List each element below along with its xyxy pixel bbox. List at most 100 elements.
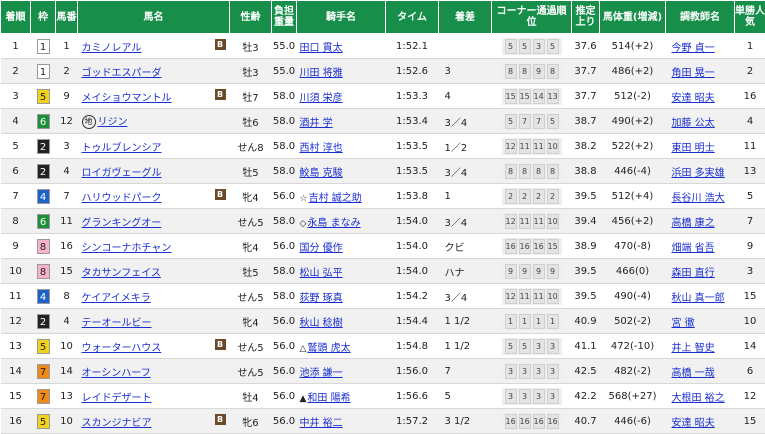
weight-cell: 56.0 [272, 309, 297, 334]
trainer-link[interactable]: 森田 直行 [672, 268, 715, 279]
trainer-link[interactable]: 長谷川 浩大 [672, 193, 725, 204]
frame-cell: 7 [31, 359, 56, 384]
horse-link[interactable]: シンコーナホチャン [82, 243, 172, 254]
horse-link[interactable]: オーシンハーフ [82, 368, 151, 379]
horse-link[interactable]: レイドデザート [82, 393, 152, 404]
jockey-link[interactable]: 吉村 誠之助 [309, 193, 362, 204]
jockey-link[interactable]: 国分 優作 [300, 243, 343, 254]
horse-link[interactable]: トゥルブレンシア [82, 143, 162, 154]
popularity-cell: 1 [735, 34, 765, 59]
trainer-link[interactable]: 安達 昭夫 [672, 418, 715, 429]
horse-link[interactable]: ウォーターハウス [82, 343, 162, 354]
horse-cell: ロイガヴェーグル [78, 159, 230, 184]
horse-link[interactable]: テーオールビー [82, 318, 152, 329]
jockey-link[interactable]: 鮫島 克駿 [300, 168, 343, 179]
horse-link[interactable]: スカンジナビア [82, 418, 152, 429]
trainer-link[interactable]: 高橋 一哉 [672, 368, 715, 379]
jockey-link[interactable]: 和田 陽希 [307, 393, 350, 404]
jockey-link[interactable]: 松山 弘平 [300, 268, 343, 279]
jockey-link[interactable]: 中井 裕二 [300, 418, 343, 429]
horse-link[interactable]: カミノレアル [82, 43, 142, 54]
frame-cell: 4 [31, 184, 56, 209]
header-number: 馬番 [56, 1, 78, 34]
horse-link[interactable]: ロイガヴェーグル [82, 168, 162, 179]
trainer-link[interactable]: 今野 貞一 [672, 43, 715, 54]
margin-cell: 4 [439, 84, 492, 109]
corner-positions: 16161616 [502, 413, 562, 430]
trainer-link[interactable]: 畑端 省吾 [672, 243, 715, 254]
corner-position: 8 [519, 64, 531, 79]
trainer-cell: 大根田 裕之 [666, 384, 735, 409]
trainer-link[interactable]: 宮 徹 [672, 318, 695, 329]
trainer-link[interactable]: 高橋 康之 [672, 218, 715, 229]
jockey-link[interactable]: 永島 まなみ [307, 218, 360, 229]
bodyweight-cell: 502(-2) [600, 309, 666, 334]
margin-cell: 1 [439, 184, 492, 209]
table-row: 1 1 1 カミノレアル B 牡3 55.0 田口 貫太 1:52.1 5535… [1, 34, 765, 59]
horse-link[interactable]: タカサンフェイス [82, 268, 161, 279]
jockey-link[interactable]: 川田 将雅 [300, 68, 343, 79]
table-row: 12 2 4 テーオールビー 牝4 56.0 秋山 稔樹 1:54.4 1 1/… [1, 309, 765, 334]
jockey-link[interactable]: 秋山 稔樹 [300, 318, 343, 329]
horse-link[interactable]: リジン [98, 117, 128, 128]
time-cell: 1:54.2 [386, 284, 439, 309]
horse-link[interactable]: ゴッドエスパーダ [82, 68, 162, 79]
last3f-cell: 39.5 [572, 184, 600, 209]
trainer-link[interactable]: 東田 明士 [672, 143, 715, 154]
margin-cell: 1 1/2 [439, 334, 492, 359]
weight-cell: 58.0 [272, 109, 297, 134]
corner-position: 14 [533, 89, 545, 104]
jockey-link[interactable]: 西村 淳也 [300, 143, 343, 154]
corner-position: 8 [533, 164, 545, 179]
trainer-link[interactable]: 井上 智史 [672, 343, 715, 354]
rank-cell: 9 [1, 234, 31, 259]
corner-position: 7 [519, 114, 531, 129]
rank-cell: 6 [1, 159, 31, 184]
horse-link[interactable]: ケイアイメキラ [82, 293, 151, 304]
trainer-link[interactable]: 秋山 真一郎 [672, 293, 725, 304]
horse-link[interactable]: メイショウマントル [82, 93, 172, 104]
jockey-link[interactable]: 酒井 学 [300, 118, 333, 129]
horse-link[interactable]: ハリウッドパーク [82, 193, 162, 204]
horse-link[interactable]: グランキングオー [82, 218, 162, 229]
corner-positions: 1111 [502, 313, 562, 330]
header-corners: コーナー通過順位 [492, 1, 572, 34]
trainer-cell: 長谷川 浩大 [666, 184, 735, 209]
table-row: 14 7 14 オーシンハーフ せん5 56.0 池添 謙一 1:56.0 7 … [1, 359, 765, 384]
trainer-link[interactable]: 大根田 裕之 [672, 393, 725, 404]
jockey-cell: △鷲頭 虎太 [297, 334, 386, 359]
time-cell: 1:52.6 [386, 59, 439, 84]
trainer-cell: 角田 晃一 [666, 59, 735, 84]
jockey-link[interactable]: 鷲頭 虎太 [307, 343, 350, 354]
weight-cell: 58.0 [272, 134, 297, 159]
trainer-link[interactable]: 加藤 公太 [672, 118, 715, 129]
bodyweight-cell: 456(+2) [600, 209, 666, 234]
corner-position: 10 [547, 214, 559, 229]
horse-cell: 地リジン [78, 109, 230, 134]
trainer-link[interactable]: 浜田 多実雄 [672, 168, 725, 179]
corner-position: 16 [533, 414, 545, 429]
corner-position: 11 [519, 139, 531, 154]
last3f-cell: 41.1 [572, 334, 600, 359]
frame-cell: 2 [31, 134, 56, 159]
jockey-link[interactable]: 川須 栄彦 [300, 93, 343, 104]
trainer-link[interactable]: 角田 晃一 [672, 68, 715, 79]
corner-positions: 5535 [502, 38, 562, 55]
corner-position: 3 [547, 339, 559, 354]
jockey-link[interactable]: 荻野 琢真 [300, 293, 343, 304]
corner-positions: 12111110 [502, 288, 562, 305]
frame-cell: 4 [31, 284, 56, 309]
jockey-cell: 川田 将雅 [297, 59, 386, 84]
result-body: 1 1 1 カミノレアル B 牡3 55.0 田口 貫太 1:52.1 5535… [1, 34, 765, 434]
corners-cell: 5533 [492, 334, 572, 359]
trainer-link[interactable]: 安達 昭夫 [672, 93, 715, 104]
jockey-link[interactable]: 田口 貫太 [300, 43, 343, 54]
rank-cell: 5 [1, 134, 31, 159]
jockey-link[interactable]: 池添 謙一 [300, 368, 343, 379]
popularity-cell: 9 [735, 234, 765, 259]
margin-cell: 1 1/2 [439, 309, 492, 334]
sexage-cell: 牡4 [230, 384, 272, 409]
last3f-cell: 39.5 [572, 259, 600, 284]
corner-position: 3 [519, 389, 531, 404]
jockey-mark: ☆ [300, 194, 308, 204]
